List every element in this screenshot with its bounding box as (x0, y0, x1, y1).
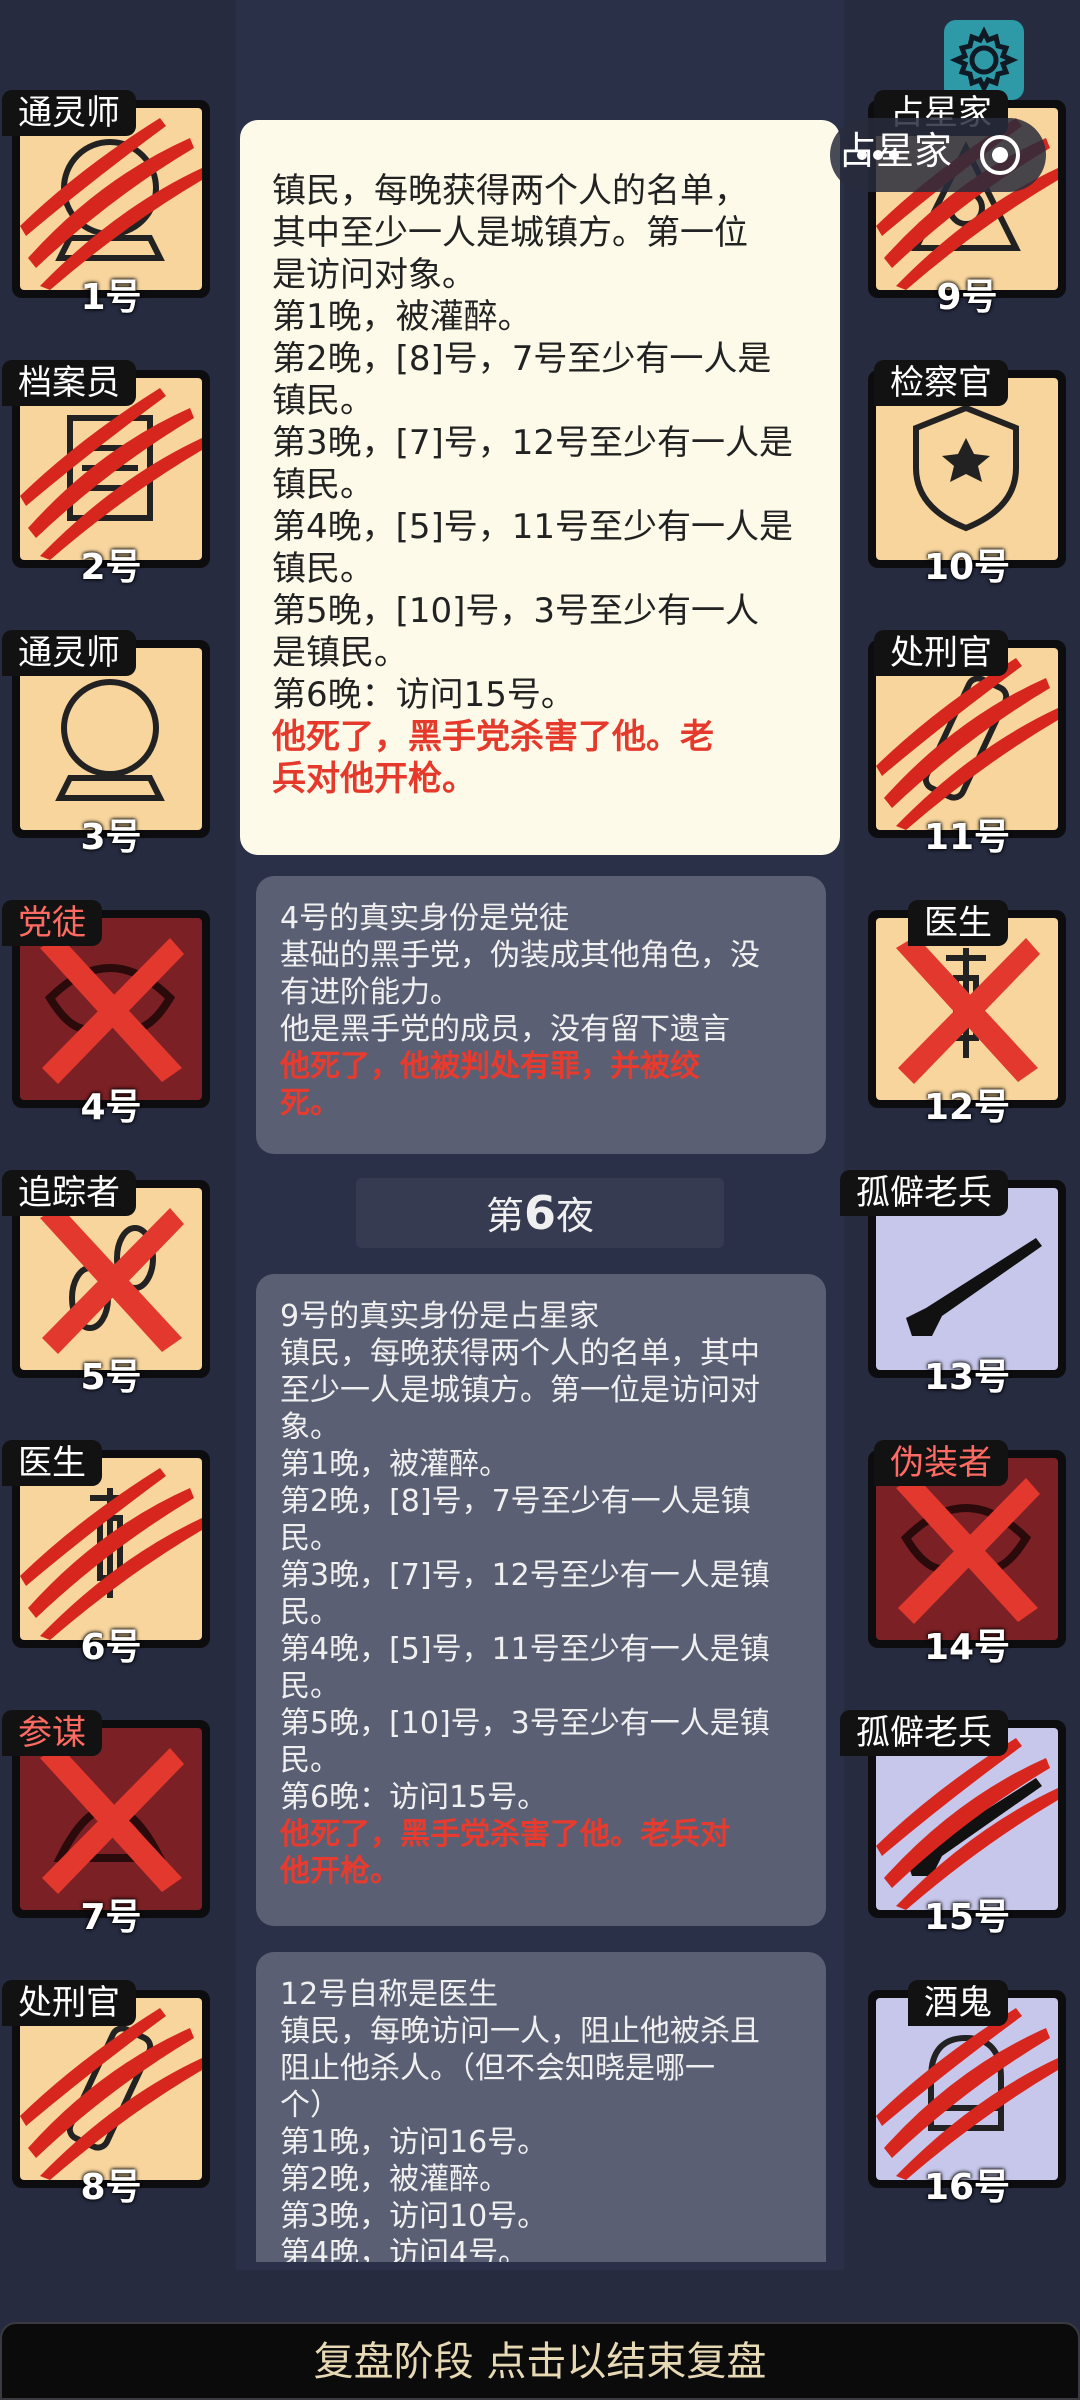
log-line: 有进阶能力。 (280, 975, 460, 1010)
role-name-tag: 酒鬼 (908, 1980, 1008, 2026)
death-notice-line: 死。 (280, 1086, 340, 1121)
player-card-6号[interactable]: 医生 6号 (2, 1400, 212, 1668)
player-card-10号[interactable]: 检察官 10号 (866, 320, 1076, 588)
player-number: 1号 (80, 277, 142, 318)
death-notice-line: 他死了，黑手党杀害了他。老 (272, 717, 714, 757)
role-name-tag: 伪装者 (874, 1440, 1008, 1486)
log-line: 象。 (280, 1410, 340, 1445)
log-entry-4: 4号的真实身份是党徒 基础的黑手党，伪装成其他角色，没 有进阶能力。 他是黑手党的成员… (256, 876, 826, 1154)
log-line: 镇民。 (272, 381, 374, 421)
log-line: 是访问对象。 (272, 255, 476, 295)
log-line: 镇民，每晚获得两个人的名单，其中 (280, 1336, 760, 1371)
player-number: 12号 (923, 1087, 1011, 1128)
player-card-15号[interactable]: 孤僻老兵 15号 (840, 1670, 1076, 1938)
role-name-tag: 孤僻老兵 (840, 1170, 1008, 1216)
end-review-button[interactable]: 复盘阶段 点击以结束复盘 (0, 2322, 1080, 2400)
player-card-5号[interactable]: 追踪者 5号 (2, 1130, 212, 1398)
log-line: 镇民，每晚访问一人，阻止他被杀且 (280, 2014, 760, 2049)
log-line: 民。 (280, 1669, 340, 1704)
death-notice-line: 他开枪。 (280, 1854, 400, 1889)
player-number: 15号 (923, 1897, 1011, 1938)
death-notice-line: 他死了，黑手党杀害了他。老兵对 (280, 1817, 730, 1852)
log-line: 民。 (280, 1521, 340, 1556)
log-line: 第4晚，[5]号，11号至少有一人是 (272, 507, 794, 547)
player-number: 3号 (80, 817, 142, 858)
log-line: 第2晚，[8]号，7号至少有一人是 (272, 339, 772, 379)
log-line: 他是黑手党的成员，没有留下遗言 (280, 1012, 730, 1047)
player-card-12号[interactable]: 医生 12号 (866, 860, 1076, 1128)
player-number: 6号 (80, 1627, 142, 1668)
role-name-tag: 孤僻老兵 (840, 1710, 1008, 1756)
log-line: 镇民。 (272, 549, 374, 589)
log-line: 第2晚，[8]号，7号至少有一人是镇 (280, 1484, 751, 1519)
log-line: 第1晚，被灌醉。 (280, 1447, 510, 1482)
player-card-14号[interactable]: 伪装者 14号 (866, 1400, 1076, 1668)
log-line: 镇民。 (272, 465, 374, 505)
player-number: 2号 (80, 547, 142, 588)
player-number: 14号 (923, 1627, 1011, 1668)
log-line: 第3晚，[7]号，12号至少有一人是 (272, 423, 794, 463)
log-entry-12: 12号自称是医生 镇民，每晚访问一人，阻止他被杀且 阻止他杀人。（但不会知晓是哪一个… (256, 1952, 826, 2262)
log-line: 第4晚，[5]号，11号至少有一人是镇 (280, 1632, 770, 1667)
death-notice-line: 兵对他开枪。 (272, 759, 476, 799)
log-line: 第6晚：访问15号。 (280, 1780, 548, 1815)
selected-role-label: 占星家 (838, 129, 953, 173)
log-line: 12号自称是医生 (280, 1977, 499, 2012)
role-name-tag: 处刑官 (874, 630, 1008, 676)
night-header: 第6夜 (356, 1178, 724, 1248)
role-name-tag: 医生 (2, 1440, 102, 1486)
player-card-16号[interactable]: 酒鬼 16号 (866, 1940, 1076, 2208)
log-line: 其中至少一人是城镇方。第一位 (272, 213, 748, 253)
log-line: 阻止他杀人。（但不会知晓是哪一 (280, 2051, 715, 2086)
player-number: 11号 (923, 817, 1011, 858)
log-line: 4号的真实身份是党徒 (280, 901, 570, 936)
log-line: 第4晚，访问4号。 (280, 2236, 529, 2262)
role-name-tag: 处刑官 (2, 1980, 136, 2026)
close-target-icon (980, 135, 1020, 175)
log-line: 9号的真实身份是占星家 (280, 1299, 600, 1334)
player-number: 13号 (923, 1357, 1011, 1398)
role-name-tag: 检察官 (874, 360, 1008, 406)
player-number: 10号 (923, 547, 1011, 588)
death-notice-line: 他死了，他被判处有罪，并被绞 (280, 1049, 700, 1084)
player-card-3号[interactable]: 通灵师 3号 (2, 590, 212, 858)
role-name-tag: 档案员 (2, 360, 136, 406)
log-line: 至少一人是城镇方。第一位是访问对 (280, 1373, 760, 1408)
log-line: 镇民，每晚获得两个人的名单， (272, 171, 748, 211)
player-card-11号[interactable]: 处刑官 11号 (866, 590, 1076, 858)
log-entry-9: 9号的真实身份是占星家 镇民，每晚获得两个人的名单，其中 至少一人是城镇方。第一位是… (256, 1274, 826, 1926)
log-line: 民。 (280, 1743, 340, 1778)
log-line: 民。 (280, 1595, 340, 1630)
player-card-8号[interactable]: 处刑官 8号 (2, 1940, 212, 2208)
role-name-tag: 追踪者 (2, 1170, 136, 1216)
log-line: 第2晚，被灌醉。 (280, 2162, 510, 2197)
role-name-tag: 参谋 (2, 1710, 102, 1756)
player-card-2号[interactable]: 档案员 2号 (2, 320, 212, 588)
log-line: 基础的黑手党，伪装成其他角色，没 (280, 938, 760, 973)
player-card-1号[interactable]: 通灵师 1号 (2, 50, 212, 318)
player-number: 4号 (80, 1087, 142, 1128)
role-name-tag: 党徒 (2, 900, 102, 946)
log-line: 第6晚：访问15号。 (272, 675, 575, 715)
log-line: 个） (280, 2088, 340, 2123)
player-number: 16号 (923, 2167, 1011, 2208)
player-card-7号[interactable]: 参谋 7号 (2, 1670, 212, 1938)
log-line: 是镇民。 (272, 633, 408, 673)
player-number: 9号 (936, 277, 998, 318)
role-name-tag: 通灵师 (2, 90, 136, 136)
role-name-tag: 通灵师 (2, 630, 136, 676)
player-card-13号[interactable]: 孤僻老兵 13号 (840, 1130, 1076, 1398)
log-line: 第5晚，[10]号，3号至少有一人 (272, 591, 760, 631)
player-number: 7号 (80, 1897, 142, 1938)
log-line: 第1晚，被灌醉。 (272, 297, 532, 337)
log-line: 第3晚，访问10号。 (280, 2199, 548, 2234)
player-number: 8号 (80, 2167, 142, 2208)
log-line: 第1晚，访问16号。 (280, 2125, 548, 2160)
role-name-tag: 医生 (908, 900, 1008, 946)
player-card-4号[interactable]: 党徒 4号 (2, 860, 212, 1128)
role-detail-panel: 镇民，每晚获得两个人的名单， 其中至少一人是城镇方。第一位 是访问对象。 第1晚，被灌… (240, 120, 840, 855)
log-line: 第3晚，[7]号，12号至少有一人是镇 (280, 1558, 770, 1593)
log-line: 第5晚，[10]号，3号至少有一人是镇 (280, 1706, 770, 1741)
player-number: 5号 (80, 1357, 142, 1398)
